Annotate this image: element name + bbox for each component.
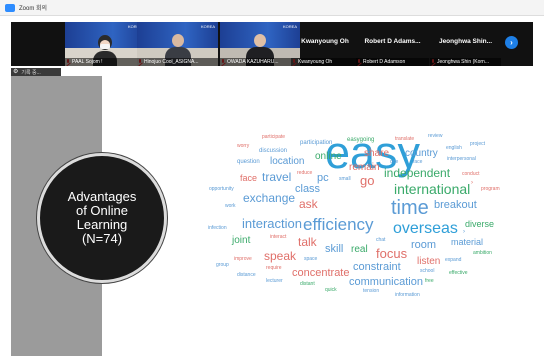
word-cloud-word: small xyxy=(339,176,351,182)
word-cloud-word: free xyxy=(425,278,434,284)
participant-name: Hinojuo Cool_ASIGNA... xyxy=(137,58,218,66)
word-cloud-word: material xyxy=(451,237,484,247)
slide-title: Advantages of Online Learning (N=74) xyxy=(67,189,137,246)
word-cloud-word: focus xyxy=(376,246,408,261)
participant-tile[interactable]: KOREA PAAL Sojom ! xyxy=(65,22,145,66)
word-cloud-word: question xyxy=(237,159,260,165)
arrow-marker: › xyxy=(471,180,473,186)
recording-indicator[interactable]: ⚙ 기록 중... xyxy=(11,68,61,76)
participant-name: PAAL Sojom ! xyxy=(65,58,145,66)
word-cloud-word: participate xyxy=(262,134,286,140)
participant-display-name: Jeonghwa Shin... xyxy=(438,38,493,45)
word-cloud-word: distant xyxy=(300,281,315,287)
word-cloud-word: one xyxy=(390,159,399,165)
word-cloud-word: worry xyxy=(237,143,250,149)
word-cloud-word: speak xyxy=(264,249,297,263)
word-cloud-word: review xyxy=(428,133,443,139)
word-cloud-word: work xyxy=(225,203,236,209)
participant-tile[interactable]: Kwanyoung Oh Kwanyoung Oh xyxy=(291,22,359,66)
word-cloud-word: space xyxy=(304,256,318,262)
word-cloud-word: require xyxy=(266,265,282,271)
participant-name: Kwanyoung Oh xyxy=(291,58,359,66)
word-cloud-word: online xyxy=(315,151,342,162)
window-titlebar: Zoom 회의 xyxy=(0,0,544,16)
word-cloud-word: quick xyxy=(325,287,337,293)
word-cloud-word: improve xyxy=(234,256,252,262)
window-title: Zoom 회의 xyxy=(19,6,48,12)
word-cloud-word: conduct xyxy=(462,171,480,177)
participant-display-name: Robert D Adams... xyxy=(364,38,421,45)
word-cloud-word: diverse xyxy=(465,219,495,229)
recording-label: 기록 중... xyxy=(21,69,41,76)
word-cloud-word: school xyxy=(420,268,435,274)
word-cloud-word: lecturer xyxy=(266,278,283,284)
word-cloud-word: class xyxy=(295,183,321,195)
word-cloud-word: overseas xyxy=(393,220,458,237)
word-cloud-word: room xyxy=(411,239,437,251)
participant-name: Jeonghwa Shin (Korn... xyxy=(430,58,501,66)
word-cloud-word: interpersonal xyxy=(447,156,476,162)
word-cloud-word: infection xyxy=(208,225,227,231)
next-page-button[interactable]: › xyxy=(505,36,518,49)
word-cloud-word: group xyxy=(216,262,229,268)
word-cloud-word: discussion xyxy=(259,148,288,154)
word-cloud-word: international xyxy=(394,181,471,197)
word-cloud-word: english xyxy=(446,145,462,151)
word-cloud-word: distance xyxy=(237,272,256,278)
gear-icon: ⚙ xyxy=(13,69,19,75)
zoom-logo-icon xyxy=(5,3,15,12)
word-cloud-word: constraint xyxy=(353,261,401,273)
word-cloud-word: reduce xyxy=(297,170,313,176)
word-cloud-word: country xyxy=(405,148,438,159)
word-cloud-word: concentrate xyxy=(292,267,350,279)
word-cloud-word: opportunity xyxy=(209,186,234,192)
participant-name: Robert D Adamson xyxy=(356,58,429,66)
word-cloud-word: skill xyxy=(325,243,344,255)
word-cloud-word: listen xyxy=(417,256,441,267)
word-cloud-word: real xyxy=(351,244,368,255)
participant-name: OWADA KAZUHARU... xyxy=(220,58,300,66)
word-cloud-word: ambition xyxy=(473,250,492,256)
word-cloud-word: program xyxy=(481,186,500,192)
word-cloud-word: location xyxy=(270,156,305,167)
word-cloud-word: exchange xyxy=(243,191,296,205)
word-cloud-word: information xyxy=(395,292,420,298)
word-cloud-word: tension xyxy=(363,288,380,294)
word-cloud-word: expand xyxy=(445,257,462,263)
participant-tile[interactable]: Robert D Adams... Robert D Adamson xyxy=(356,22,429,66)
word-cloud-word: effective xyxy=(449,270,468,276)
word-cloud-word: face xyxy=(413,159,423,165)
word-cloud-word: chat xyxy=(376,237,386,243)
participant-strip: KOREA PAAL Sojom ! KOREA Hinojuo Cool_AS… xyxy=(11,22,533,66)
word-cloud-word: talk xyxy=(298,235,317,249)
participant-tile[interactable]: KOREA OWADA KAZUHARU... xyxy=(220,22,300,66)
word-cloud-word: project xyxy=(470,141,486,147)
word-cloud-word: communication xyxy=(349,276,423,288)
word-cloud-word: travel xyxy=(262,170,292,184)
word-cloud-word: ask xyxy=(299,197,318,211)
participant-tile[interactable]: Jeonghwa Shin... Jeonghwa Shin (Korn... xyxy=(430,22,501,66)
word-cloud-word: interaction xyxy=(242,216,302,231)
word-cloud-word: go xyxy=(360,173,375,188)
word-cloud-word: efficiency xyxy=(303,215,374,234)
participant-display-name: Kwanyoung Oh xyxy=(301,38,349,45)
participant-tile[interactable]: KOREA Hinojuo Cool_ASIGNA... xyxy=(137,22,218,66)
word-cloud-word: independent xyxy=(384,166,451,180)
slide-title-circle: Advantages of Online Learning (N=74) xyxy=(37,153,167,283)
word-cloud-word: face xyxy=(240,173,258,183)
word-cloud-word: share xyxy=(364,148,390,159)
word-cloud-word: remain xyxy=(349,162,380,173)
word-cloud-word: breakout xyxy=(434,199,477,211)
arrow-marker: › xyxy=(463,229,465,235)
word-cloud-word: joint xyxy=(232,235,251,246)
word-cloud-word: interact xyxy=(270,234,287,240)
word-cloud-word: time xyxy=(391,197,429,219)
